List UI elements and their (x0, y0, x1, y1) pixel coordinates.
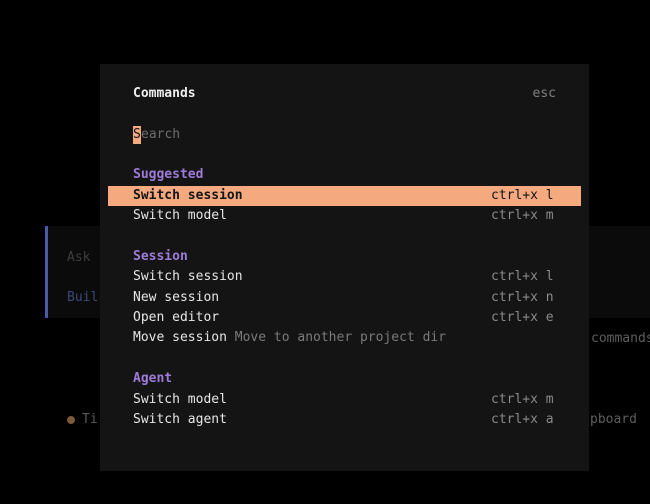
section-title-suggested: Suggested (133, 167, 204, 182)
command-item-switch-model[interactable]: Switch model ctrl+x m (108, 206, 581, 226)
command-item-switch-session[interactable]: Switch session ctrl+x l (108, 267, 581, 287)
search-input[interactable]: Search (133, 126, 180, 144)
command-label: Switch model (133, 208, 227, 223)
command-item-switch-agent[interactable]: Switch agent ctrl+x a (108, 410, 581, 430)
command-item-new-session[interactable]: New session ctrl+x n (108, 288, 581, 308)
command-palette: Commands esc Search Suggested Switch ses… (100, 64, 589, 471)
command-label: Open editor (133, 310, 220, 325)
prompt-placeholder-line2: Buil (67, 290, 99, 305)
text-cursor: S (133, 126, 141, 144)
command-item-open-editor[interactable]: Open editor ctrl+x e (108, 308, 581, 328)
command-item-move-session[interactable]: Move session Move to another project dir (108, 328, 581, 348)
command-item-switch-session[interactable]: Switch session ctrl+x l (108, 186, 581, 206)
command-shortcut: ctrl+x n (491, 290, 554, 305)
command-shortcut: ctrl+x a (491, 412, 554, 427)
command-shortcut: ctrl+x l (491, 188, 554, 203)
command-item-switch-model[interactable]: Switch model ctrl+x m (108, 390, 581, 410)
command-shortcut: ctrl+x m (491, 208, 554, 223)
palette-header: Commands esc (133, 86, 556, 102)
prompt-placeholder-line1: Ask (67, 250, 91, 265)
command-shortcut: ctrl+x l (491, 269, 554, 284)
command-label: Switch model (133, 392, 227, 407)
tip-text-right: pboard (590, 412, 637, 427)
command-label: Switch agent (133, 412, 227, 427)
tip-bullet-icon (67, 416, 75, 424)
command-label: New session (133, 290, 220, 305)
section-title-session: Session (133, 249, 188, 264)
command-label: Switch session (133, 188, 243, 203)
command-label: Switch session (133, 269, 243, 284)
search-placeholder: earch (141, 127, 181, 142)
command-label-text: Move session (133, 330, 227, 345)
section-title-agent: Agent (133, 371, 173, 386)
tip-text-left: Ti (82, 412, 98, 427)
command-shortcut: ctrl+x e (491, 310, 554, 325)
close-hint[interactable]: esc (533, 86, 556, 102)
palette-title: Commands (133, 86, 196, 101)
command-description: Move to another project dir (234, 330, 447, 345)
command-shortcut: ctrl+x m (491, 392, 554, 407)
terminal-screen: Ask Buil commands Ti pboard Commands esc… (0, 0, 650, 504)
command-label: Move session Move to another project dir (133, 328, 446, 348)
commands-hint: commands (591, 331, 650, 346)
